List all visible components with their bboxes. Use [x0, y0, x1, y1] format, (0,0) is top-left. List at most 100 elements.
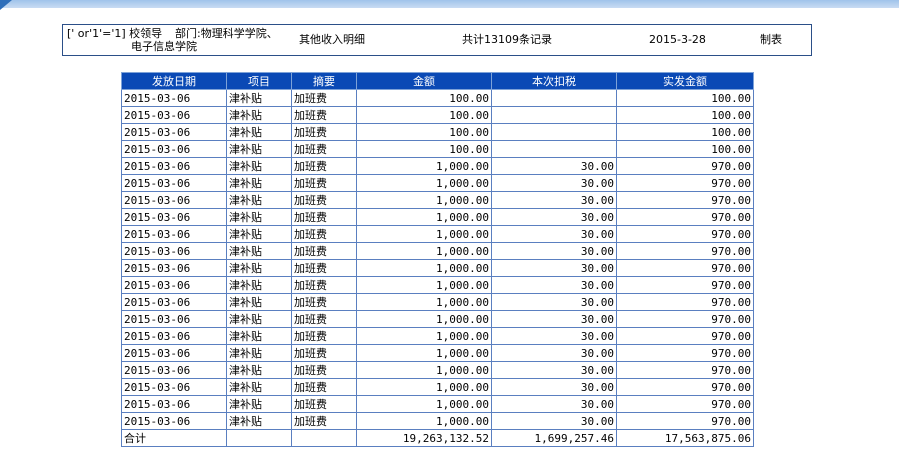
net-amount-cell: 100.00 — [616, 89, 754, 107]
net-amount-cell: 970.00 — [616, 276, 754, 294]
tax-cell: 30.00 — [491, 242, 617, 260]
amount-cell: 1,000.00 — [356, 191, 492, 209]
tax-cell — [491, 106, 617, 124]
item-cell: 津补贴 — [226, 208, 292, 226]
summary-cell: 加班费 — [291, 378, 357, 396]
net-amount-cell: 970.00 — [616, 293, 754, 311]
amount-cell: 1,000.00 — [356, 276, 492, 294]
column-header-summary: 摘要 — [291, 72, 357, 90]
item-cell: 津补贴 — [226, 327, 292, 345]
date-cell: 2015-03-06 — [121, 259, 227, 277]
total-item-cell — [226, 429, 292, 447]
table-row: 2015-03-06 津补贴 加班费 1,000.00 30.00 970.00 — [121, 276, 754, 294]
net-amount-cell: 970.00 — [616, 378, 754, 396]
amount-cell: 1,000.00 — [356, 327, 492, 345]
table-row: 2015-03-06 津补贴 加班费 1,000.00 30.00 970.00 — [121, 412, 754, 430]
item-cell: 津补贴 — [226, 259, 292, 277]
net-amount-cell: 970.00 — [616, 327, 754, 345]
total-label: 合计 — [121, 429, 227, 447]
table-row: 2015-03-06 津补贴 加班费 1,000.00 30.00 970.00 — [121, 344, 754, 362]
net-amount-cell: 970.00 — [616, 412, 754, 430]
item-cell: 津补贴 — [226, 293, 292, 311]
summary-cell: 加班费 — [291, 344, 357, 362]
item-cell: 津补贴 — [226, 276, 292, 294]
table-row: 2015-03-06 津补贴 加班费 1,000.00 30.00 970.00 — [121, 208, 754, 226]
net-amount-cell: 970.00 — [616, 208, 754, 226]
summary-cell: 加班费 — [291, 361, 357, 379]
net-amount-cell: 100.00 — [616, 123, 754, 141]
department-line-1: 部门:物理科学学院、 — [175, 27, 278, 40]
column-header-amount: 金额 — [356, 72, 492, 90]
window-top-bar — [0, 0, 899, 8]
total-tax: 1,699,257.46 — [491, 429, 617, 447]
date-cell: 2015-03-06 — [121, 412, 227, 430]
table-row: 2015-03-06 津补贴 加班费 1,000.00 30.00 970.00 — [121, 157, 754, 175]
date-cell: 2015-03-06 — [121, 361, 227, 379]
item-cell: 津补贴 — [226, 378, 292, 396]
item-cell: 津补贴 — [226, 89, 292, 107]
date-cell: 2015-03-06 — [121, 106, 227, 124]
date-cell: 2015-03-06 — [121, 123, 227, 141]
table-row: 2015-03-06 津补贴 加班费 1,000.00 30.00 970.00 — [121, 327, 754, 345]
table-row: 2015-03-06 津补贴 加班费 1,000.00 30.00 970.00 — [121, 225, 754, 243]
table-header-row: 发放日期 项目 摘要 金额 本次扣税 实发金额 — [121, 72, 754, 90]
date-cell: 2015-03-06 — [121, 208, 227, 226]
report-header: [' or'1'='1] 校领导 部门:物理科学学院、 电子信息学院 其他收入明… — [62, 24, 812, 56]
tax-cell: 30.00 — [491, 191, 617, 209]
total-amount: 19,263,132.52 — [356, 429, 492, 447]
amount-cell: 100.00 — [356, 140, 492, 158]
maker-label: 制表 — [760, 33, 782, 46]
total-net-amount: 17,563,875.06 — [616, 429, 754, 447]
amount-cell: 100.00 — [356, 106, 492, 124]
summary-cell: 加班费 — [291, 208, 357, 226]
net-amount-cell: 100.00 — [616, 140, 754, 158]
amount-cell: 1,000.00 — [356, 208, 492, 226]
tax-cell: 30.00 — [491, 378, 617, 396]
summary-cell: 加班费 — [291, 412, 357, 430]
table-row: 2015-03-06 津补贴 加班费 100.00 100.00 — [121, 106, 754, 124]
tax-cell: 30.00 — [491, 412, 617, 430]
column-header-tax: 本次扣税 — [491, 72, 617, 90]
amount-cell: 1,000.00 — [356, 344, 492, 362]
date-cell: 2015-03-06 — [121, 310, 227, 328]
item-cell: 津补贴 — [226, 225, 292, 243]
item-cell: 津补贴 — [226, 123, 292, 141]
net-amount-cell: 970.00 — [616, 259, 754, 277]
date-cell: 2015-03-06 — [121, 191, 227, 209]
tax-cell: 30.00 — [491, 276, 617, 294]
date-cell: 2015-03-06 — [121, 344, 227, 362]
tax-cell — [491, 140, 617, 158]
net-amount-cell: 970.00 — [616, 344, 754, 362]
tax-cell: 30.00 — [491, 310, 617, 328]
summary-cell: 加班费 — [291, 140, 357, 158]
income-detail-table: 发放日期 项目 摘要 金额 本次扣税 实发金额 2015-03-06 津补贴 加班费… — [121, 72, 754, 447]
tax-cell: 30.00 — [491, 259, 617, 277]
item-cell: 津补贴 — [226, 174, 292, 192]
table-row: 2015-03-06 津补贴 加班费 1,000.00 30.00 970.00 — [121, 259, 754, 277]
amount-cell: 1,000.00 — [356, 412, 492, 430]
amount-cell: 1,000.00 — [356, 242, 492, 260]
tax-cell: 30.00 — [491, 361, 617, 379]
column-header-item: 项目 — [226, 72, 292, 90]
tax-cell: 30.00 — [491, 225, 617, 243]
summary-cell: 加班费 — [291, 327, 357, 345]
table-row: 2015-03-06 津补贴 加班费 1,000.00 30.00 970.00 — [121, 242, 754, 260]
net-amount-cell: 970.00 — [616, 361, 754, 379]
amount-cell: 1,000.00 — [356, 361, 492, 379]
summary-cell: 加班费 — [291, 191, 357, 209]
item-cell: 津补贴 — [226, 361, 292, 379]
tax-cell: 30.00 — [491, 327, 617, 345]
net-amount-cell: 970.00 — [616, 191, 754, 209]
tax-cell — [491, 123, 617, 141]
amount-cell: 1,000.00 — [356, 259, 492, 277]
amount-cell: 1,000.00 — [356, 225, 492, 243]
total-row: 合计 19,263,132.52 1,699,257.46 17,563,875… — [121, 429, 754, 447]
summary-cell: 加班费 — [291, 157, 357, 175]
amount-cell: 1,000.00 — [356, 310, 492, 328]
summary-cell: 加班费 — [291, 310, 357, 328]
item-cell: 津补贴 — [226, 395, 292, 413]
report-title: 其他收入明细 — [299, 33, 365, 46]
department-line-2: 电子信息学院 — [131, 40, 197, 53]
tax-cell: 30.00 — [491, 293, 617, 311]
table-row: 2015-03-06 津补贴 加班费 100.00 100.00 — [121, 123, 754, 141]
